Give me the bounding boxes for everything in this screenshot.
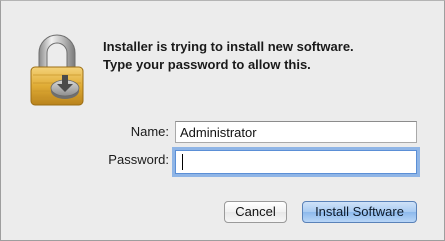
install-software-button[interactable]: Install Software <box>302 201 417 223</box>
password-label: Password: <box>108 152 169 167</box>
authentication-dialog: Installer is trying to install new softw… <box>0 0 445 241</box>
text-caret <box>182 154 183 170</box>
name-label: Name: <box>130 124 169 139</box>
dialog-message: Installer is trying to install new softw… <box>103 38 354 74</box>
cancel-button[interactable]: Cancel <box>224 201 287 223</box>
message-line-2: Type your password to allow this. <box>103 57 311 72</box>
password-field[interactable] <box>175 150 417 174</box>
name-field[interactable] <box>175 121 417 143</box>
message-line-1: Installer is trying to install new softw… <box>103 39 354 54</box>
padlock-icon <box>30 34 84 106</box>
